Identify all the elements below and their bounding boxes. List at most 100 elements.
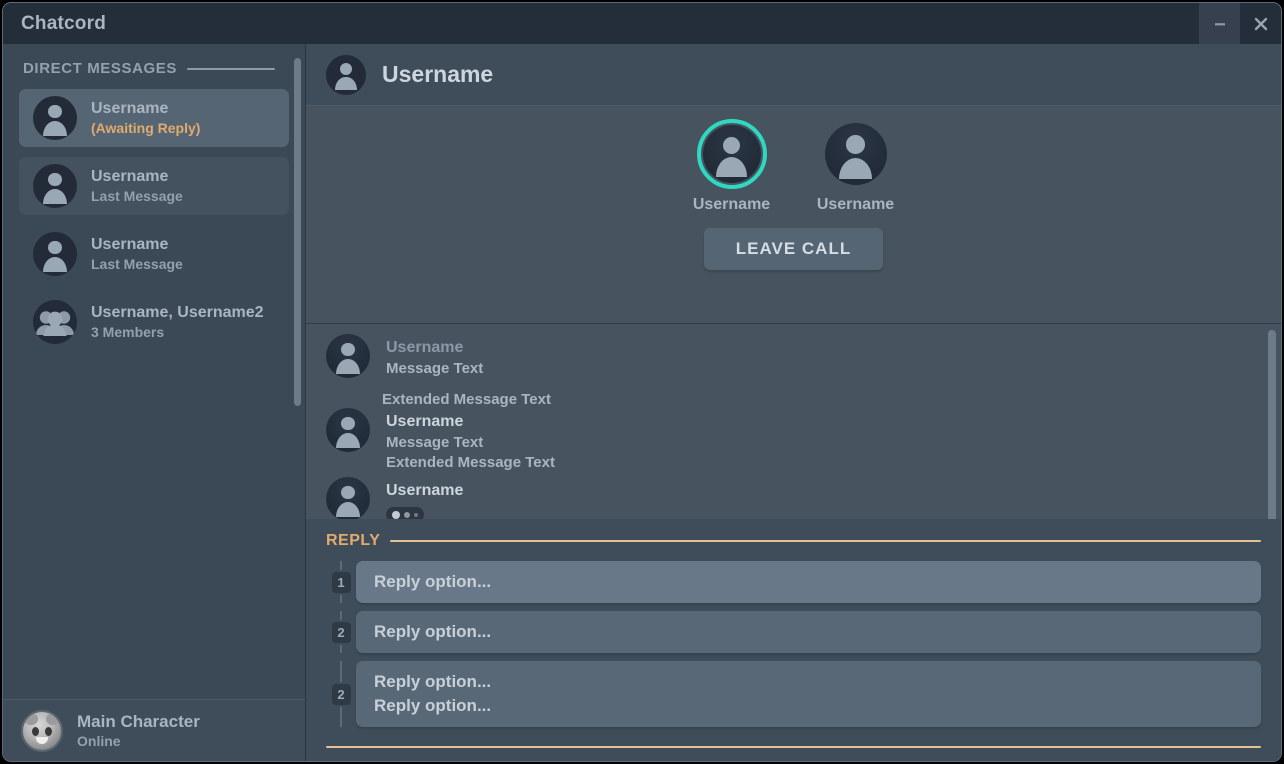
conversation-name: Username [91,168,169,186]
reply-option-button[interactable]: Reply option... [356,561,1261,603]
person-avatar-icon [326,54,366,95]
message-author: Username [386,339,464,356]
reply-option-key-badge: 2 [331,683,351,705]
conversation-subtitle: Last Message [91,187,183,204]
call-participant[interactable]: Username [806,119,906,214]
conversation-texts: Username, Username2 3 Members [91,304,264,339]
window-controls [1199,3,1281,44]
reply-option-key-badge: 2 [331,621,351,643]
reply-label: REPLY [326,532,381,549]
message-text: Message Text [386,359,484,377]
messages-scrollbar-thumb[interactable] [1268,330,1276,519]
close-button[interactable] [1240,3,1281,44]
reply-option-keybind: 2 [326,611,356,653]
reply-option-row: 2 Reply option... [326,611,1261,653]
main-panel: Username Username Username LEAVE CALL Use… [306,44,1281,761]
close-icon [1254,17,1267,30]
title-bar: Chatcord [3,3,1281,44]
person-avatar-icon [33,96,77,140]
message-list: Username Message Text Extended Message Tex… [306,324,1281,519]
reply-panel: REPLY 1 Reply option... 2 Reply option... 2 R… [306,519,1281,761]
window-body: DIRECT MESSAGES Username (Awaiting Reply)… [3,44,1281,761]
conversation-texts: Username Last Message [91,168,183,203]
message-extended-text: Extended Message Text [382,391,551,409]
person-avatar-icon [33,232,77,276]
conversation-list: Username (Awaiting Reply) Username Last Mes… [19,89,289,351]
conversation-item[interactable]: Username Last Message [19,225,289,283]
call-participant-name: Username [816,196,895,213]
chat-header-avatar [326,54,366,95]
leave-call-button[interactable]: LEAVE CALL [703,228,884,270]
message-body: Username Message Text [386,334,483,379]
message-text: Extended Message Text [386,454,555,472]
reply-option-key-badge: 1 [331,571,351,593]
message-list-inner: Username Message Text Extended Message Tex… [326,334,1261,519]
reply-option-text: Reply option... [374,696,492,715]
avatar [21,709,63,752]
conversation-subtitle: (Awaiting Reply) [91,119,201,136]
direct-messages-header: DIRECT MESSAGES [23,60,289,77]
current-user-texts: Main Character Online [77,712,200,749]
reply-option-keybind: 2 [326,661,356,727]
message-body: Username [386,477,463,519]
conversation-item[interactable]: Username, Username2 3 Members [19,293,289,351]
current-user-panel[interactable]: Main Character Online [3,699,305,761]
reply-option-button[interactable]: Reply option... [356,611,1261,653]
message-text: Message Text [386,433,484,451]
call-participant-name: Username [692,196,771,213]
typing-indicator [386,507,424,519]
reply-option-text: Reply option... [374,572,492,591]
conversation-subtitle: 3 Members [91,323,165,340]
conversation-texts: Username (Awaiting Reply) [91,100,200,135]
reply-bottom-divider [326,746,1261,748]
conversation-texts: Username Last Message [91,236,183,271]
sidebar: DIRECT MESSAGES Username (Awaiting Reply)… [3,44,306,761]
person-avatar-icon [326,477,370,519]
person-avatar-icon [824,123,887,185]
conversation-subtitle: Last Message [91,255,183,272]
reply-option-text: Reply option... [374,672,492,691]
call-participant-avatar [696,119,767,189]
app-title: Chatcord [21,12,106,34]
sidebar-scrollbar-thumb[interactable] [294,58,301,406]
reply-divider [390,540,1261,542]
person-avatar-icon [33,164,77,208]
conversation-name: Username [91,100,169,118]
sidebar-scrollbar[interactable] [294,58,301,638]
call-participant[interactable]: Username [682,119,782,214]
message-author: Username [386,482,464,500]
app-window: Chatcord DIRECT MESSAGES Username (Await… [2,2,1282,762]
reply-option-keybind: 1 [326,561,356,603]
message-author: Username [386,413,464,431]
conversation-item[interactable]: Username Last Message [19,157,289,215]
current-user-status: Online [77,732,121,749]
reply-option-row: 1 Reply option... [326,561,1261,603]
group-avatar-icon [33,300,77,344]
conversation-name: Username [91,236,169,254]
person-avatar-icon [326,334,370,378]
call-participants: Username Username [682,119,906,214]
minimize-button[interactable] [1199,3,1240,44]
direct-messages-label: DIRECT MESSAGES [23,60,178,77]
reply-options-list: 1 Reply option... 2 Reply option... 2 Reply o… [326,561,1261,727]
conversation-name: Username, Username2 [91,304,264,322]
message-row: Username Message Text Extended Message Tex… [326,408,1261,473]
minimize-icon [1214,22,1225,25]
section-divider [187,67,275,70]
message-row: Username [326,477,1261,519]
messages-scrollbar[interactable] [1268,330,1276,519]
call-participant-avatar [821,119,891,189]
reply-option-row: 2 Reply option... Reply option... [326,661,1261,727]
reply-option-button[interactable]: Reply option... Reply option... [356,661,1261,727]
message-body: Username Message Text Extended Message Tex… [386,408,555,473]
call-panel: Username Username LEAVE CALL [306,106,1281,324]
conversation-item[interactable]: Username (Awaiting Reply) [19,89,289,147]
person-avatar-icon [702,125,761,183]
current-user-name: Main Character [77,712,200,732]
reply-option-text: Reply option... [374,622,492,641]
chat-header: Username [306,44,1281,106]
direct-messages-panel: DIRECT MESSAGES Username (Awaiting Reply)… [3,44,305,699]
reply-header: REPLY [326,532,1261,550]
person-avatar-icon [326,408,370,453]
message-row: Username Message Text [326,334,1261,379]
